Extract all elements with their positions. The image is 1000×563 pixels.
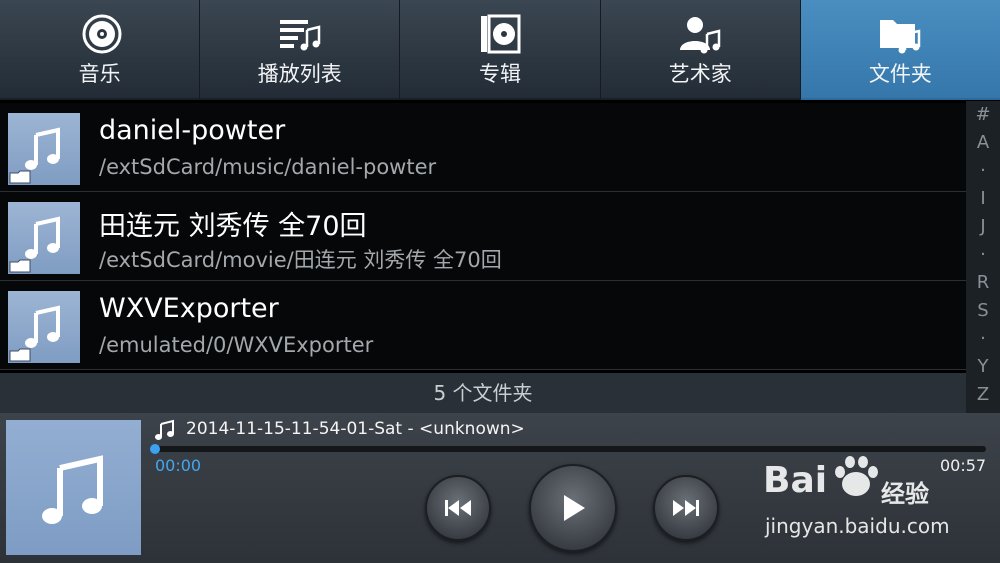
tab-label: 艺术家: [668, 62, 732, 86]
index-letter[interactable]: Y: [978, 353, 989, 381]
tab-label: 播放列表: [257, 62, 342, 86]
category-tab-bar: 音乐 播放列表 专辑 艺术家 文件夹: [0, 0, 1000, 100]
next-button[interactable]: [653, 475, 719, 541]
folder-title: daniel-powter: [99, 115, 286, 146]
index-letter[interactable]: J: [980, 213, 985, 241]
track-title: 2014-11-15-11-54-01-Sat - <unknown>: [186, 419, 525, 439]
album-art[interactable]: [6, 420, 141, 555]
progress-knob[interactable]: [150, 444, 160, 454]
playlist-icon: [279, 20, 321, 51]
music-note-icon: [42, 455, 103, 524]
album-icon: [481, 14, 521, 54]
tab-label: 文件夹: [868, 62, 932, 86]
watermark-url: jingyan.baidu.com: [765, 514, 950, 538]
tab-albums[interactable]: 专辑: [400, 0, 601, 100]
next-icon: [673, 500, 699, 516]
tab-artists[interactable]: 艺术家: [600, 0, 801, 100]
elapsed-time: 00:00: [155, 456, 202, 475]
list-item[interactable]: daniel-powter /extSdCard/music/daniel-po…: [0, 103, 966, 192]
play-icon: [564, 495, 585, 521]
tab-playlists[interactable]: 播放列表: [200, 0, 401, 100]
index-letter[interactable]: A: [977, 129, 989, 157]
disc-icon: [82, 14, 122, 54]
tab-label: 音乐: [78, 62, 121, 86]
folder-title: WXVExporter: [99, 293, 279, 324]
progress-bar[interactable]: [150, 444, 986, 454]
folder-path: /extSdCard/movie/田连元 刘秀传 全70回: [99, 248, 502, 272]
index-letter[interactable]: Z: [977, 381, 989, 409]
play-button[interactable]: [529, 464, 617, 552]
watermark-brand-cn: 经验: [881, 480, 929, 508]
list-item[interactable]: WXVExporter /emulated/0/WXVExporter: [0, 281, 966, 370]
list-item[interactable]: 田连元 刘秀传 全70回 /extSdCard/movie/田连元 刘秀传 全7…: [0, 192, 966, 281]
index-letter[interactable]: ·: [980, 325, 986, 353]
index-letter[interactable]: I: [980, 185, 985, 213]
folder-path: /emulated/0/WXVExporter: [99, 333, 374, 357]
baidu-watermark: Bai 经验 jingyan.baidu.com: [763, 456, 953, 550]
previous-icon: [445, 500, 471, 516]
folder-path: /extSdCard/music/daniel-powter: [99, 155, 437, 179]
index-letter[interactable]: ·: [980, 241, 986, 269]
music-note-icon: [9, 305, 60, 362]
music-note-icon: [155, 419, 174, 440]
folder-thumbnail: [8, 202, 80, 274]
tab-music[interactable]: 音乐: [0, 0, 201, 100]
previous-button[interactable]: [425, 475, 491, 541]
alphabet-index-bar[interactable]: # A · I J · R S · Y Z: [966, 101, 1000, 413]
tab-label: 专辑: [479, 62, 521, 86]
paw-icon: [835, 456, 878, 496]
music-note-icon: [9, 127, 60, 184]
folder-music-icon: [880, 20, 921, 54]
artist-icon: [680, 17, 721, 54]
tab-folders[interactable]: 文件夹: [800, 0, 1000, 100]
folder-count: 5 个文件夹: [0, 373, 966, 413]
index-letter[interactable]: R: [977, 269, 990, 297]
index-letter[interactable]: #: [975, 101, 990, 129]
folder-list: daniel-powter /extSdCard/music/daniel-po…: [0, 103, 966, 373]
music-note-icon: [9, 216, 60, 273]
index-letter[interactable]: ·: [980, 157, 986, 185]
folder-title: 田连元 刘秀传 全70回: [99, 211, 367, 242]
folder-thumbnail: [8, 113, 80, 185]
index-letter[interactable]: S: [977, 297, 988, 325]
watermark-brand: Bai: [763, 460, 828, 501]
folder-thumbnail: [8, 291, 80, 363]
